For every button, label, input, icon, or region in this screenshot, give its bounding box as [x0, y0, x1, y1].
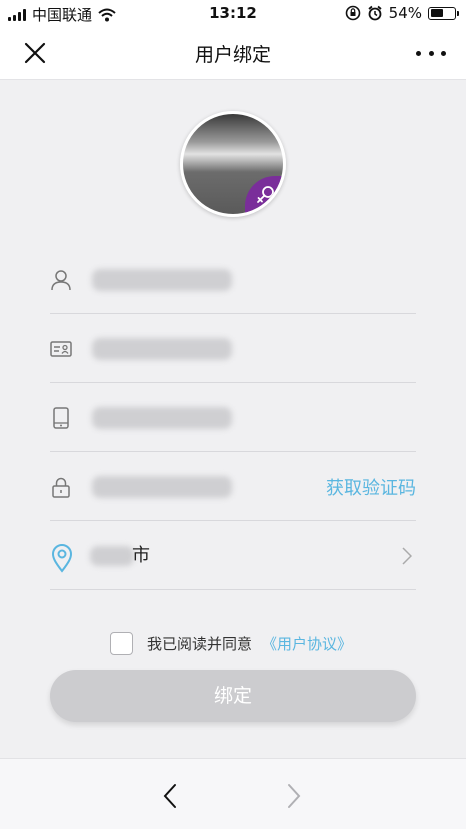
code-value-blurred [92, 476, 232, 498]
battery-icon [428, 6, 459, 20]
agreement-row: 我已阅读并同意 《用户协议》 [110, 631, 352, 655]
location-icon [51, 544, 73, 573]
id-row[interactable] [50, 314, 416, 383]
nav-bar: 用户绑定 [0, 26, 466, 80]
gender-badge [245, 176, 283, 214]
female-icon [257, 186, 274, 203]
orientation-lock-icon [345, 5, 360, 21]
city-row[interactable]: 市 [50, 521, 416, 590]
status-bar: 中国联通 13:12 54% [0, 0, 466, 26]
user-icon [51, 270, 71, 291]
status-right: 54% [345, 4, 459, 22]
battery-percent: 54% [388, 4, 422, 22]
id-card-icon [50, 341, 72, 357]
phone-icon [53, 407, 69, 429]
lock-icon [52, 477, 70, 498]
back-arrow-icon[interactable] [162, 783, 178, 809]
get-code-button[interactable]: 获取验证码 [326, 474, 416, 500]
avatar[interactable] [180, 111, 286, 217]
phone-row[interactable] [50, 383, 416, 452]
bottom-nav-bar [0, 758, 466, 829]
name-value-blurred [92, 269, 232, 291]
bind-button[interactable]: 绑定 [50, 670, 416, 722]
chevron-right-icon [402, 547, 412, 565]
name-row[interactable] [50, 245, 416, 314]
verification-code-row[interactable]: 获取验证码 [50, 452, 416, 521]
user-agreement-link[interactable]: 《用户协议》 [262, 633, 352, 654]
id-value-blurred [92, 338, 232, 360]
agreement-text: 我已阅读并同意 [147, 634, 253, 653]
agreement-checkbox[interactable] [110, 631, 133, 655]
battery-fill [430, 9, 443, 17]
city-value-blurred [90, 546, 134, 566]
more-icon[interactable] [416, 40, 446, 66]
phone-value-blurred [92, 407, 232, 429]
forward-arrow-icon[interactable] [286, 783, 302, 809]
page-title: 用户绑定 [194, 44, 271, 66]
city-suffix: 市 [132, 545, 150, 566]
alarm-icon [368, 5, 382, 21]
